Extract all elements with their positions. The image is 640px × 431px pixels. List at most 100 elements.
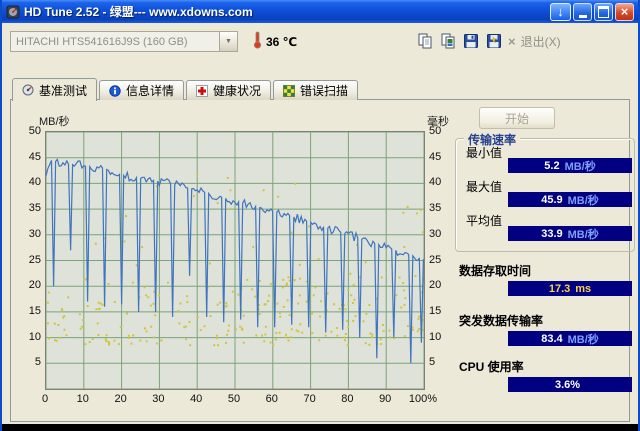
- close-button[interactable]: ×: [615, 2, 634, 21]
- copy-image-icon: [441, 33, 454, 49]
- burst-rate-value: 83.4: [541, 332, 563, 345]
- exit-x-icon: ×: [508, 34, 516, 49]
- toolbar-icons: [414, 30, 504, 52]
- transfer-rate-group: 传输速率 最小值 5.2 MB/秒 最大值 45.9 MB/秒 平均值 33.9…: [455, 131, 635, 252]
- gauge-icon: [22, 84, 34, 96]
- y-axis-tick-right: 45: [429, 150, 442, 163]
- download-button[interactable]: ↓: [550, 2, 571, 21]
- toolbar: HITACHI HTS541616J9S (160 GB) ▼ 36 ℃ × 退…: [2, 23, 638, 59]
- copy-text-icon: [418, 33, 431, 49]
- tab-benchmark[interactable]: 基准测试: [12, 78, 98, 101]
- save-image-button[interactable]: [483, 30, 504, 52]
- access-time-label: 数据存取时间: [459, 264, 532, 278]
- access-time-unit: ms: [575, 282, 592, 295]
- x-axis-tick: 80: [341, 393, 354, 405]
- tab-error-scan[interactable]: 错误扫描: [273, 80, 359, 100]
- avg-value-badge: 33.9 MB/秒: [508, 226, 632, 241]
- y-axis-tick-right: 30: [429, 227, 442, 240]
- y-axis-tick-left: 35: [28, 202, 41, 215]
- tab-bar: 基准测试 信息详情 健康状况 错误扫描: [12, 78, 360, 101]
- y-axis-tick-right: 25: [429, 253, 442, 266]
- min-value-badge: 5.2 MB/秒: [508, 158, 632, 173]
- x-axis-tick: 50: [227, 393, 241, 405]
- x-axis-tick: 90: [379, 393, 392, 405]
- tab-info-label: 信息详情: [126, 84, 175, 98]
- y-axis-tick-left: 30: [28, 227, 41, 240]
- max-value-label: 最大值: [466, 180, 503, 194]
- minimize-button[interactable]: [573, 2, 592, 21]
- x-axis-tick: 20: [114, 393, 127, 405]
- y-axis-tick-left: 20: [28, 279, 41, 292]
- tab-info[interactable]: 信息详情: [99, 80, 185, 100]
- tab-benchmark-label: 基准测试: [39, 83, 88, 98]
- save-icon: [463, 34, 478, 48]
- min-value: 5.2: [544, 159, 560, 172]
- content-panel: MB/秒 毫秒 开始 传输速率 最小值 5.2 MB/秒 最大值 45.9 MB…: [10, 99, 635, 422]
- y-axis-tick-left: 45: [28, 150, 41, 163]
- chevron-down-icon[interactable]: ▼: [219, 32, 237, 51]
- drive-select-value: HITACHI HTS541616J9S (160 GB): [16, 35, 188, 48]
- temperature-label: 36 ℃: [266, 35, 298, 49]
- max-value-badge: 45.9 MB/秒: [508, 192, 632, 207]
- avg-value-unit: MB/秒: [567, 228, 599, 241]
- y-axis-tick-right: 35: [429, 202, 442, 215]
- cpu-usage-badge: 3.6%: [508, 377, 632, 392]
- burst-rate-badge: 83.4 MB/秒: [508, 331, 632, 346]
- info-icon: [109, 84, 121, 97]
- min-value-label: 最小值: [466, 146, 503, 160]
- x-axis-tick: 30: [152, 393, 165, 405]
- y-axis-tick-left: 25: [28, 253, 41, 266]
- burst-rate-label: 突发数据传输率: [459, 314, 544, 328]
- error-scan-grid-icon: [283, 84, 296, 97]
- y-axis-tick-right: 10: [429, 330, 442, 343]
- y-axis-tick-right: 5: [429, 356, 436, 369]
- tab-health-label: 健康状况: [213, 84, 262, 98]
- health-cross-icon: [196, 84, 209, 97]
- y-axis-tick-right: 20: [429, 279, 442, 292]
- cpu-usage-label: CPU 使用率: [459, 360, 524, 374]
- x-axis-tick: 0: [41, 393, 49, 405]
- min-value-unit: MB/秒: [564, 160, 596, 173]
- save-button[interactable]: [460, 30, 481, 52]
- x-axis-tick: 100%: [408, 393, 438, 405]
- download-arrow-icon: ↓: [557, 4, 564, 19]
- window-bottom-edge: [2, 424, 638, 431]
- start-button[interactable]: 开始: [479, 107, 555, 129]
- y-axis-tick-left: 10: [28, 330, 41, 343]
- cpu-usage-value: 3.6%: [554, 378, 581, 391]
- y-axis-tick-right: 15: [429, 304, 442, 317]
- max-value: 45.9: [541, 193, 563, 206]
- close-x-icon: ×: [620, 4, 629, 19]
- y-axis-tick-left: 15: [28, 304, 41, 317]
- copy-text-button[interactable]: [414, 30, 435, 52]
- x-axis-tick: 10: [76, 393, 89, 405]
- y-axis-tick-right: 40: [429, 176, 442, 189]
- x-axis-tick: 60: [265, 393, 278, 405]
- maximize-icon: [598, 5, 609, 18]
- y-axis-left-label: MB/秒: [39, 116, 70, 128]
- exit-label: 退出(X): [520, 35, 561, 49]
- access-time-badge: 17.3 ms: [508, 281, 632, 296]
- x-axis-tick: 70: [303, 393, 316, 405]
- window-controls: ↓ ×: [550, 2, 634, 21]
- max-value-unit: MB/秒: [567, 194, 599, 207]
- drive-select[interactable]: HITACHI HTS541616J9S (160 GB) ▼: [10, 31, 238, 52]
- exit-button[interactable]: × 退出(X): [508, 33, 561, 50]
- tab-health[interactable]: 健康状况: [186, 80, 272, 100]
- x-axis-tick: 40: [190, 393, 203, 405]
- titlebar[interactable]: HD Tune 2.52 - 绿盟--- www.xdowns.com ↓ ×: [2, 0, 638, 23]
- hd-tune-window: HD Tune 2.52 - 绿盟--- www.xdowns.com ↓ × …: [0, 0, 640, 431]
- y-axis-tick-left: 50: [28, 125, 41, 137]
- thermometer-icon: [252, 31, 263, 54]
- y-axis-tick-right: 50: [429, 125, 442, 137]
- maximize-button[interactable]: [594, 2, 613, 21]
- y-axis-tick-left: 5: [34, 356, 41, 369]
- avg-value-label: 平均值: [466, 214, 503, 228]
- copy-image-button[interactable]: [437, 30, 458, 52]
- app-icon: [6, 5, 20, 19]
- avg-value: 33.9: [541, 227, 563, 240]
- save-image-icon: [486, 34, 501, 48]
- access-time-value: 17.3: [548, 282, 571, 295]
- burst-rate-unit: MB/秒: [567, 333, 599, 346]
- tab-error-scan-label: 错误扫描: [300, 84, 349, 98]
